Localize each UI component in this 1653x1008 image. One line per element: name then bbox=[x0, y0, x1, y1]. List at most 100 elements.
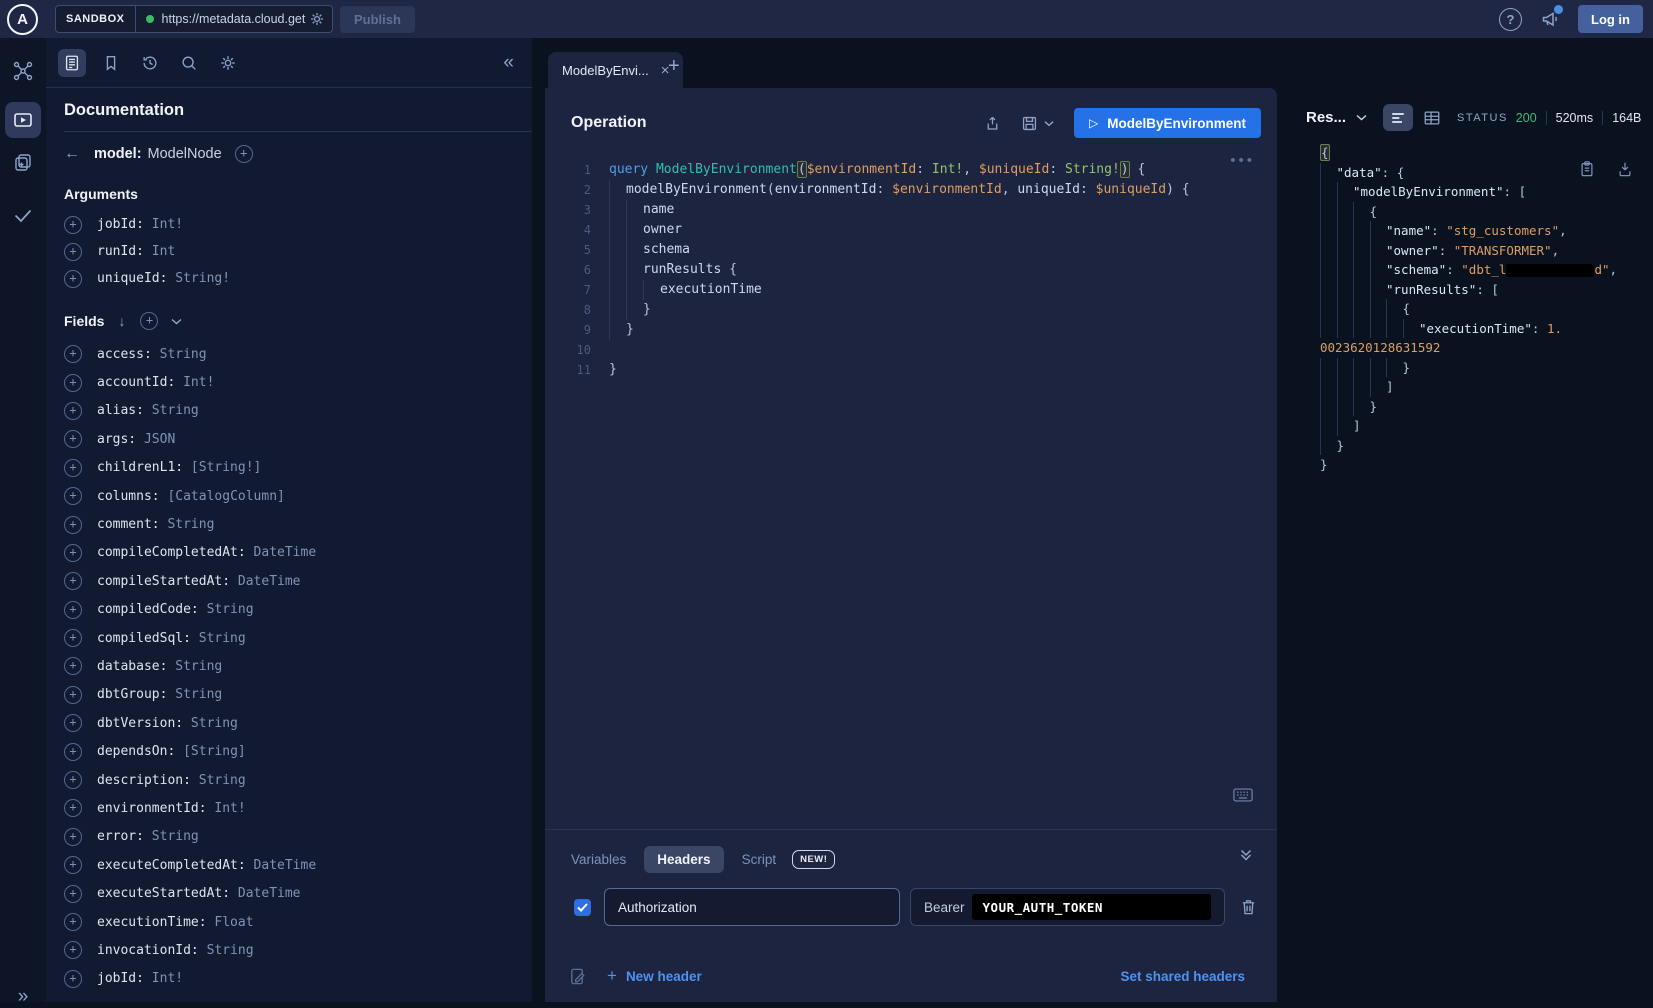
circle-plus-icon[interactable]: + bbox=[64, 885, 82, 903]
response-title[interactable]: Res... bbox=[1306, 109, 1346, 126]
circle-plus-icon[interactable]: + bbox=[64, 216, 82, 234]
field-name[interactable]: args: bbox=[97, 432, 136, 447]
endpoint-url[interactable]: https://metadata.cloud.get bbox=[162, 12, 307, 26]
code-line[interactable]: 6runResults { bbox=[545, 260, 1277, 280]
set-shared-headers-link[interactable]: Set shared headers bbox=[1120, 969, 1245, 984]
field-name[interactable]: compiledCode: bbox=[97, 602, 199, 617]
code-line[interactable]: 9} bbox=[545, 320, 1277, 340]
collapse-panel-icon[interactable] bbox=[1239, 848, 1253, 862]
field-name[interactable]: jobId: bbox=[97, 971, 144, 986]
field-name[interactable]: compileCompletedAt: bbox=[97, 545, 246, 560]
apollo-logo[interactable]: A bbox=[7, 4, 38, 35]
code-line[interactable]: 8} bbox=[545, 300, 1277, 320]
publish-button[interactable]: Publish bbox=[340, 6, 415, 33]
code-line[interactable]: 7executionTime bbox=[545, 280, 1277, 300]
field-name[interactable]: invocationId: bbox=[97, 943, 199, 958]
response-chevron-icon[interactable] bbox=[1356, 114, 1367, 121]
run-button[interactable]: ▷ ModelByEnvironment bbox=[1074, 108, 1261, 138]
new-tab-icon[interactable]: + bbox=[668, 55, 680, 78]
field-name[interactable]: database: bbox=[97, 659, 167, 674]
delete-header-icon[interactable] bbox=[1240, 898, 1257, 916]
save-chevron-icon[interactable] bbox=[1044, 120, 1054, 127]
tab-variables[interactable]: Variables bbox=[571, 852, 626, 867]
circle-plus-icon[interactable]: + bbox=[64, 430, 82, 448]
circle-plus-icon[interactable]: + bbox=[64, 544, 82, 562]
code-line[interactable]: 1query ModelByEnvironment($environmentId… bbox=[545, 160, 1277, 180]
circle-plus-icon[interactable]: + bbox=[64, 572, 82, 590]
field-name[interactable]: dbtGroup: bbox=[97, 687, 167, 702]
header-checkbox[interactable] bbox=[574, 899, 591, 916]
circle-plus-icon[interactable]: + bbox=[64, 601, 82, 619]
circle-plus-icon[interactable]: + bbox=[64, 487, 82, 505]
field-name[interactable]: alias: bbox=[97, 403, 144, 418]
circle-plus-icon[interactable]: + bbox=[64, 913, 82, 931]
field-name[interactable]: executeCompletedAt: bbox=[97, 858, 246, 873]
field-name[interactable]: error: bbox=[97, 829, 144, 844]
circle-plus-icon[interactable]: + bbox=[64, 856, 82, 874]
field-name[interactable]: uniqueId: bbox=[97, 271, 167, 286]
code-line[interactable]: 2modelByEnvironment(environmentId: $envi… bbox=[545, 180, 1277, 200]
operation-tab[interactable]: ModelByEnvi... × bbox=[548, 52, 683, 88]
field-name[interactable]: dependsOn: bbox=[97, 744, 175, 759]
circle-plus-icon[interactable]: + bbox=[64, 799, 82, 817]
field-name[interactable]: dbtVersion: bbox=[97, 716, 183, 731]
circle-plus-icon[interactable]: + bbox=[64, 516, 82, 534]
copy-icon[interactable] bbox=[1579, 160, 1595, 178]
tab-script[interactable]: Script bbox=[742, 852, 777, 867]
save-icon[interactable] bbox=[1021, 115, 1038, 132]
circle-plus-icon[interactable]: + bbox=[64, 270, 82, 288]
field-name[interactable]: childrenL1: bbox=[97, 460, 183, 475]
circle-plus-icon[interactable]: + bbox=[64, 941, 82, 959]
code-line[interactable]: 5schema bbox=[545, 240, 1277, 260]
field-name[interactable]: compiledSql: bbox=[97, 631, 191, 646]
code-line[interactable]: 10 bbox=[545, 340, 1277, 360]
model-type[interactable]: ModelNode bbox=[148, 146, 222, 162]
env-file-icon[interactable] bbox=[569, 967, 587, 986]
circle-plus-icon[interactable]: + bbox=[64, 714, 82, 732]
field-name[interactable]: executionTime: bbox=[97, 915, 207, 930]
code-line[interactable]: 11} bbox=[545, 360, 1277, 380]
add-type-icon[interactable]: + bbox=[235, 145, 253, 163]
schema-icon[interactable] bbox=[12, 60, 34, 82]
field-name[interactable]: runId: bbox=[97, 244, 144, 259]
keyboard-shortcuts-icon[interactable] bbox=[1233, 788, 1253, 802]
circle-plus-icon[interactable]: + bbox=[64, 243, 82, 261]
code-line[interactable]: 3name bbox=[545, 200, 1277, 220]
circle-plus-icon[interactable]: + bbox=[64, 686, 82, 704]
history-icon[interactable] bbox=[136, 49, 164, 77]
sort-icon[interactable]: ↓ bbox=[118, 313, 125, 329]
field-name[interactable]: compileStartedAt: bbox=[97, 574, 230, 589]
circle-plus-icon[interactable]: + bbox=[64, 771, 82, 789]
bookmark-icon[interactable] bbox=[97, 49, 125, 77]
download-icon[interactable] bbox=[1617, 160, 1633, 178]
field-name[interactable]: executeStartedAt: bbox=[97, 886, 230, 901]
circle-plus-icon[interactable]: + bbox=[64, 629, 82, 647]
field-name[interactable]: jobId: bbox=[97, 217, 144, 232]
help-icon[interactable]: ? bbox=[1499, 8, 1522, 31]
settings-icon[interactable] bbox=[214, 49, 242, 77]
circle-plus-icon[interactable]: + bbox=[64, 657, 82, 675]
field-name[interactable]: columns: bbox=[97, 489, 160, 504]
endpoint-settings-icon[interactable] bbox=[309, 11, 325, 27]
field-name[interactable]: description: bbox=[97, 773, 191, 788]
back-icon[interactable]: ← bbox=[64, 145, 80, 163]
login-button[interactable]: Log in bbox=[1578, 5, 1643, 33]
explorer-item[interactable] bbox=[5, 102, 41, 138]
collections-icon[interactable] bbox=[12, 151, 34, 173]
circle-plus-icon[interactable]: + bbox=[64, 374, 82, 392]
view-table-icon[interactable] bbox=[1423, 109, 1441, 127]
circle-plus-icon[interactable]: + bbox=[64, 828, 82, 846]
circle-plus-icon[interactable]: + bbox=[64, 459, 82, 477]
circle-plus-icon[interactable]: + bbox=[64, 970, 82, 988]
header-value-input[interactable]: Bearer YOUR_AUTH_TOKEN bbox=[910, 888, 1225, 926]
docs-icon[interactable] bbox=[58, 49, 86, 77]
collapse-docs-icon[interactable]: « bbox=[503, 52, 514, 74]
circle-plus-icon[interactable]: + bbox=[64, 345, 82, 363]
checks-icon[interactable] bbox=[12, 206, 34, 228]
view-raw-icon[interactable] bbox=[1383, 104, 1413, 131]
endpoint-box[interactable]: SANDBOX https://metadata.cloud.get bbox=[55, 5, 333, 33]
tab-headers[interactable]: Headers bbox=[644, 846, 723, 873]
field-name[interactable]: environmentId: bbox=[97, 801, 207, 816]
new-header-button[interactable]: + New header bbox=[607, 966, 702, 986]
field-name[interactable]: comment: bbox=[97, 517, 160, 532]
